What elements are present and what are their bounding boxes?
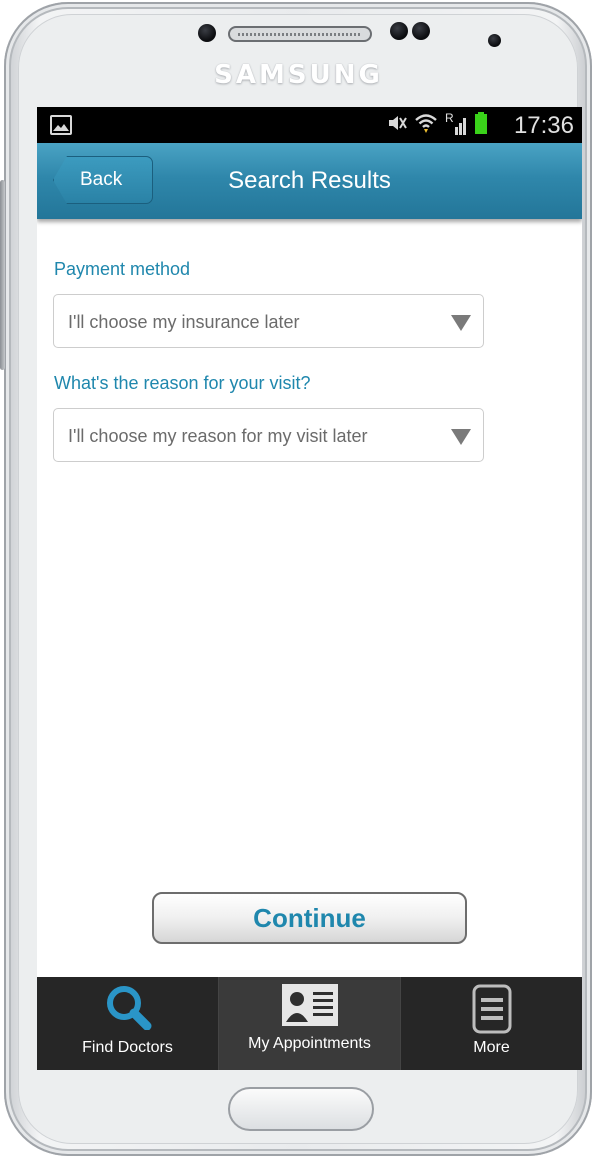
- earpiece-speaker: [228, 26, 372, 42]
- payment-method-value: I'll choose my insurance later: [68, 312, 300, 332]
- status-time: 17:36: [513, 112, 574, 139]
- dropdown-arrow-icon: [451, 429, 471, 445]
- tab-bar: Find Doctors My Appointments More: [37, 977, 582, 1070]
- tab-my-appointments[interactable]: My Appointments: [219, 977, 401, 1070]
- light-sensor: [390, 22, 408, 40]
- status-icons: R: [387, 111, 487, 139]
- visit-reason-value: I'll choose my reason for my visit later: [68, 426, 368, 446]
- battery-icon: [475, 111, 487, 139]
- back-button[interactable]: Back: [53, 156, 153, 204]
- visit-reason-label: What's the reason for your visit?: [54, 373, 311, 393]
- contact-card-icon: [281, 984, 338, 1031]
- wifi-icon: [415, 113, 437, 138]
- screen: R 17:36 Search Results Back Payment meth…: [37, 107, 582, 1070]
- brand-logo: SAMSUNG: [214, 60, 383, 90]
- signal-icon: R: [445, 111, 467, 135]
- tab-find-doctors[interactable]: Find Doctors: [37, 977, 219, 1070]
- dropdown-arrow-icon: [451, 315, 471, 331]
- home-button[interactable]: [228, 1087, 374, 1131]
- device-frame: SAMSUNG R 17:36 Search Results Back Paym…: [0, 0, 597, 1160]
- continue-button[interactable]: Continue: [152, 892, 467, 944]
- tab-label: My Appointments: [248, 1035, 371, 1052]
- payment-method-label: Payment method: [54, 259, 191, 279]
- tab-more[interactable]: More: [401, 977, 582, 1070]
- proximity-sensor: [198, 24, 216, 42]
- header-bar: Search Results Back: [37, 143, 582, 219]
- search-icon: [103, 984, 153, 1035]
- gallery-icon: [50, 115, 72, 135]
- volume-button: [0, 180, 5, 370]
- tab-label: More: [473, 1039, 510, 1056]
- mute-icon: [387, 115, 407, 136]
- menu-icon: [472, 984, 512, 1039]
- payment-method-select[interactable]: I'll choose my insurance later: [53, 294, 484, 348]
- light-sensor-2: [412, 22, 430, 40]
- status-bar: R 17:36: [37, 107, 582, 143]
- front-camera: [488, 34, 501, 47]
- tab-label: Find Doctors: [82, 1039, 173, 1056]
- visit-reason-select[interactable]: I'll choose my reason for my visit later: [53, 408, 484, 462]
